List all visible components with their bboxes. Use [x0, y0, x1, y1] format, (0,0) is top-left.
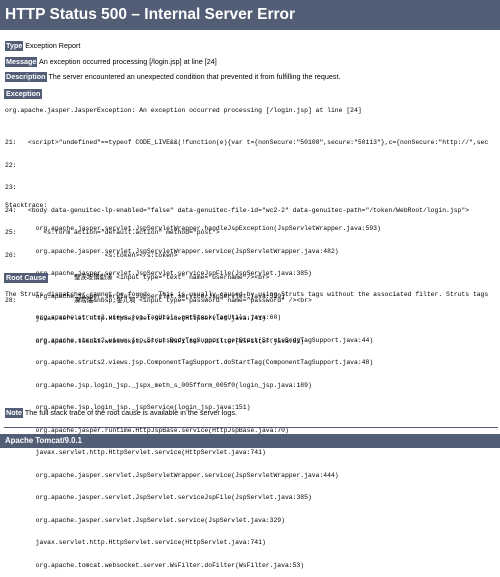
- stacktrace-line: javax.servlet.http.HttpServlet.service(H…: [5, 449, 266, 456]
- note-value: The full stack trace of the root cause i…: [24, 408, 237, 417]
- exception-headline: org.apache.jasper.JasperException: An ex…: [5, 107, 362, 114]
- note-label: Note: [5, 408, 23, 418]
- type-value: Exception Report: [25, 41, 81, 50]
- divider: [4, 427, 498, 428]
- exception-label: Exception: [4, 89, 43, 99]
- root-cause-headline: The Struts dispatcher cannot be found. T…: [5, 291, 489, 298]
- source-line: 22:: [5, 161, 17, 169]
- stacktrace-line: org.apache.jasper.servlet.JspServletWrap…: [5, 225, 381, 232]
- stacktrace-line: org.apache.jasper.servlet.JspServletWrap…: [5, 247, 339, 255]
- stacktrace-line: org.apache.struts2.views.jsp.ComponentTa…: [5, 359, 374, 366]
- stacktrace-label: Stacktrace:: [5, 202, 48, 209]
- message-value: An exception occurred processing [/login…: [38, 57, 217, 66]
- type-label: Type: [5, 41, 24, 51]
- stacktrace-line: org.apache.jasper.servlet.JspServlet.ser…: [5, 270, 312, 277]
- stacktrace-line: org.apache.struts2.views.jsp.StrutsBodyT…: [5, 336, 374, 344]
- description-label: Description: [5, 72, 47, 82]
- stacktrace-line: org.apache.jsp.login_jsp._jspx_meth_s_00…: [5, 381, 312, 389]
- stacktrace-line: org.apache.jasper.servlet.JspServletWrap…: [5, 471, 339, 479]
- description-line: Description The server encountered an un…: [5, 72, 341, 82]
- server-footer: Apache Tomcat/9.0.1: [0, 434, 500, 448]
- source-line: 23:: [5, 184, 17, 191]
- stacktrace-line: org.apache.jasper.servlet.JspServlet.ser…: [5, 494, 312, 501]
- description-value: The server encountered an unexpected con…: [48, 72, 341, 81]
- page-title: HTTP Status 500 – Internal Server Error: [0, 0, 500, 30]
- stacktrace-line: org.apache.jasper.servlet.JspServlet.ser…: [5, 516, 285, 524]
- root-cause-label: Root Cause: [4, 273, 48, 283]
- note-line: Note The full stack trace of the root ca…: [5, 408, 237, 418]
- type-line: Type Exception Report: [5, 41, 80, 51]
- source-line: 21: <script>"undefined"==typeof CODE_LIV…: [5, 139, 489, 146]
- message-line: Message An exception occurred processing…: [5, 57, 217, 67]
- message-label: Message: [5, 57, 38, 67]
- stacktrace-line: javax.servlet.http.HttpServlet.service(H…: [5, 539, 266, 546]
- stacktrace-line: org.apache.tomcat.websocket.server.WsFil…: [5, 561, 305, 569]
- stacktrace-line: org.apache.struts2.views.jsp.TagUtils.ge…: [5, 314, 282, 321]
